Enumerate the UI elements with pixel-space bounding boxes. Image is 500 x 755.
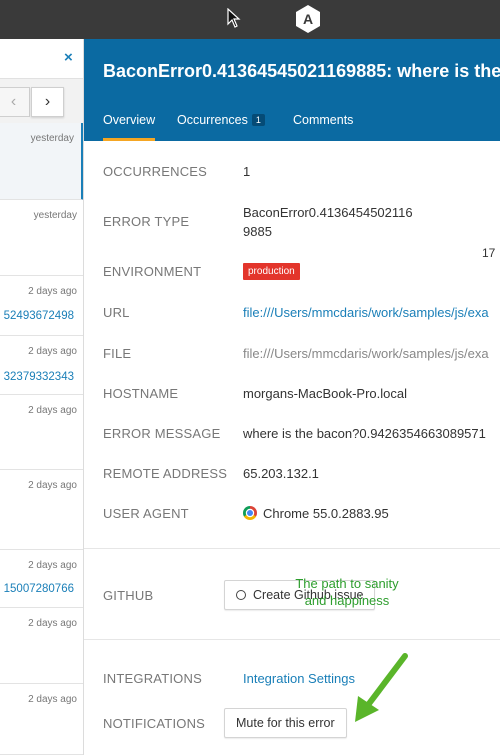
item-time: 2 days ago xyxy=(28,346,77,357)
side-number: 17 xyxy=(482,246,496,260)
tab-comments[interactable]: Comments xyxy=(293,113,353,141)
error-list-item[interactable]: 2 days ago 15007280766 xyxy=(0,550,83,608)
hostname-value: morgans-MacBook-Pro.local xyxy=(243,386,408,401)
prev-page-button[interactable]: ‹ xyxy=(0,87,30,117)
logo-letter: A xyxy=(303,11,313,27)
item-time: yesterday xyxy=(30,133,74,144)
error-list-item[interactable]: 2 days ago xyxy=(0,684,83,755)
section-divider xyxy=(84,548,500,549)
item-number: 32379332343 xyxy=(3,371,74,383)
error-list-item[interactable]: 2 days ago xyxy=(0,395,83,470)
error-title: BaconError0.41364545021169885: where is … xyxy=(103,61,500,81)
error-type-value-line2: 9885 xyxy=(243,224,272,239)
error-list-item[interactable]: 2 days ago xyxy=(0,608,83,684)
top-bar: A xyxy=(0,0,500,39)
error-list-item[interactable]: 2 days ago 52493672498 xyxy=(0,276,83,336)
field-label: ERROR MESSAGE xyxy=(103,426,221,441)
field-label: GITHUB xyxy=(103,588,154,603)
environment-badge: production xyxy=(243,263,300,280)
field-label: OCCURRENCES xyxy=(103,164,208,179)
item-time: yesterday xyxy=(33,210,77,221)
next-page-button[interactable]: › xyxy=(31,87,64,117)
file-value: file:///Users/mmcdaris/work/samples/js/e… xyxy=(243,346,489,361)
annotation-line: The path to sanity xyxy=(295,576,399,591)
integration-settings-link[interactable]: Integration Settings xyxy=(243,671,355,686)
detail-header: BaconError0.41364545021169885: where is … xyxy=(84,39,500,141)
field-label: URL xyxy=(103,305,130,320)
mute-error-button[interactable]: Mute for this error xyxy=(224,708,347,738)
chrome-icon xyxy=(243,506,257,520)
item-time: 2 days ago xyxy=(28,405,77,416)
tab-occurrences[interactable]: Occurrences 1 xyxy=(177,113,265,141)
section-divider xyxy=(84,639,500,640)
error-list-item[interactable]: yesterday xyxy=(0,200,83,276)
error-list-panel: × ‹ › yesterday yesterday 2 days ago 524… xyxy=(0,39,84,755)
field-label: FILE xyxy=(103,346,132,361)
tab-label: Overview xyxy=(103,113,156,127)
field-label: ENVIRONMENT xyxy=(103,264,202,279)
field-label: REMOTE ADDRESS xyxy=(103,466,228,481)
item-time: 2 days ago xyxy=(28,480,77,491)
error-list-item[interactable]: 2 days ago xyxy=(0,470,83,550)
user-agent-text: Chrome 55.0.2883.95 xyxy=(263,506,389,521)
tab-label: Comments xyxy=(293,113,354,127)
field-label: USER AGENT xyxy=(103,506,189,521)
item-time: 2 days ago xyxy=(28,286,77,297)
tab-label: Occurrences xyxy=(177,113,248,127)
item-time: 2 days ago xyxy=(28,694,77,705)
occurrences-value: 1 xyxy=(243,164,251,179)
error-list-item[interactable]: yesterday xyxy=(0,123,83,200)
field-label: NOTIFICATIONS xyxy=(103,716,206,731)
item-number: 52493672498 xyxy=(3,310,74,322)
tab-overview[interactable]: Overview xyxy=(103,113,156,141)
annotation-line: and happiness xyxy=(304,593,390,608)
field-label: HOSTNAME xyxy=(103,386,179,401)
search-bar: × xyxy=(0,39,83,79)
user-agent-value: Chrome 55.0.2883.95 xyxy=(243,506,389,521)
field-label: INTEGRATIONS xyxy=(103,671,202,686)
error-message-value: where is the bacon?0.9426354663089571 xyxy=(243,426,486,441)
mouse-cursor-icon xyxy=(227,8,241,28)
remote-address-value: 65.203.132.1 xyxy=(243,466,319,481)
occurrences-count-badge: 1 xyxy=(251,114,265,126)
item-time: 2 days ago xyxy=(28,560,77,571)
annotation-text: The path to sanity and happiness xyxy=(282,575,412,609)
close-icon[interactable]: × xyxy=(64,50,73,66)
item-number: 15007280766 xyxy=(3,583,74,595)
item-time: 2 days ago xyxy=(28,618,77,629)
url-link[interactable]: file:///Users/mmcdaris/work/samples/js/e… xyxy=(243,305,489,320)
field-label: ERROR TYPE xyxy=(103,214,190,229)
error-detail-panel: BaconError0.41364545021169885: where is … xyxy=(84,39,500,755)
github-icon xyxy=(236,590,246,600)
error-list-item[interactable]: 2 days ago 32379332343 xyxy=(0,336,83,395)
app-logo-icon: A xyxy=(296,5,320,33)
error-type-value-line1: BaconError0.4136454502116 xyxy=(243,205,413,220)
environment-badge-wrap: production xyxy=(243,262,300,280)
